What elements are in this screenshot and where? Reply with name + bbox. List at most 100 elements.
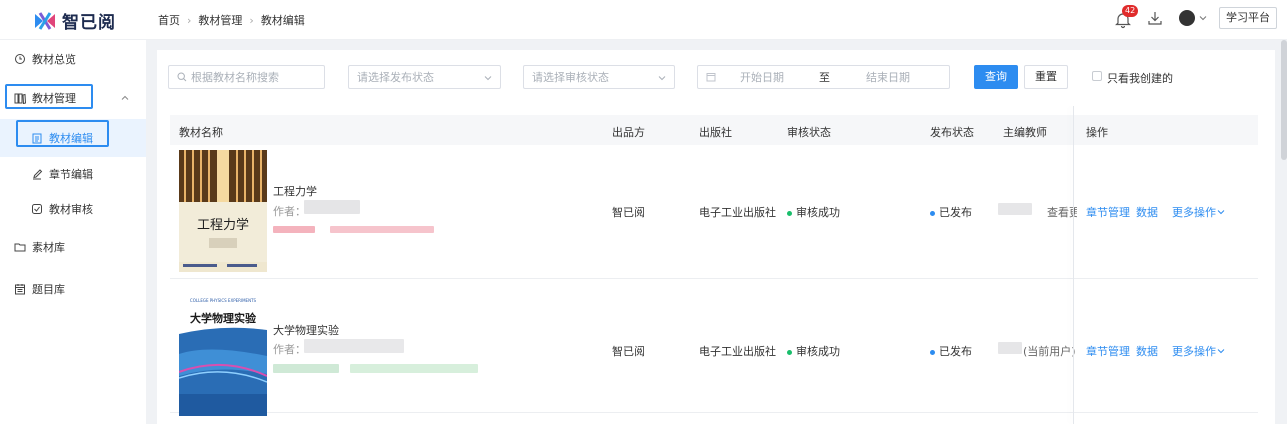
publish-status: 已发布 [930, 204, 972, 220]
chevron-down-icon [658, 76, 666, 81]
published-dot [930, 210, 935, 216]
breadcrumb-home[interactable]: 首页 [158, 12, 180, 28]
column-header-chief-editor: 主编教师 [1003, 126, 1047, 139]
highlight-box [16, 120, 109, 147]
only-mine-checkbox[interactable] [1092, 71, 1102, 81]
column-header-name: 教材名称 [179, 126, 223, 139]
sidebar-item-material-lib[interactable]: 素材库 [0, 230, 146, 264]
calendar-icon [15, 284, 25, 295]
start-date-placeholder[interactable]: 开始日期 [740, 69, 784, 85]
redacted-tag [350, 364, 478, 373]
publish-status-text: 已发布 [939, 345, 972, 358]
column-header-review-status: 审核状态 [787, 126, 831, 139]
book-title[interactable]: 工程力学 [273, 183, 317, 199]
publisher: 电子工业出版社 [699, 206, 776, 219]
chevron-down-icon [1217, 210, 1225, 215]
notification-badge: 42 [1122, 5, 1139, 17]
column-header-publish-status: 发布状态 [930, 126, 974, 139]
download-icon[interactable] [1147, 10, 1163, 26]
end-date-placeholder[interactable]: 结束日期 [866, 69, 910, 85]
query-button[interactable]: 查询 [974, 65, 1018, 89]
more-actions-label: 更多操作 [1172, 206, 1216, 219]
redacted-author [304, 200, 360, 214]
sidebar-item-label: 教材审核 [49, 203, 93, 216]
sidebar-item-label: 题目库 [32, 283, 65, 296]
review-status: 审核成功 [787, 204, 840, 220]
chapter-mgmt-link[interactable]: 章节管理 [1086, 343, 1130, 359]
logo[interactable]: 智已阅 [34, 8, 116, 33]
redacted-tag [273, 364, 339, 373]
only-mine-label: 只看我创建的 [1107, 72, 1173, 85]
fixed-column-divider [1073, 106, 1074, 424]
redacted-tag [330, 226, 434, 233]
book-title[interactable]: 大学物理实验 [273, 322, 339, 338]
book-cover-title: 大学物理实验 [190, 312, 256, 325]
filter-bar: 根据教材名称搜索 请选择发布状态 请选择审核状态 开始日期 至 结束日期 查询 … [157, 65, 1275, 89]
study-platform-button[interactable]: 学习平台 [1219, 7, 1277, 29]
more-actions-dropdown[interactable]: 更多操作 [1172, 204, 1225, 220]
sidebar: 教材总览 教材管理 教材编辑 章节编辑 教材审核 素材库 题目库 [0, 40, 146, 424]
review-status-select[interactable]: 请选择审核状态 [523, 65, 675, 89]
sidebar-item-label: 章节编辑 [49, 168, 93, 181]
breadcrumb-textbook-mgmt[interactable]: 教材管理 [198, 12, 242, 28]
chevron-up-icon[interactable] [121, 94, 129, 102]
book-cover[interactable]: COLLEGE PHYSICS EXPERIMENTS 大学物理实验 [179, 294, 267, 416]
calendar-icon [706, 73, 716, 82]
clock-icon [15, 54, 25, 64]
book-cover[interactable]: 工程力学 [179, 150, 267, 272]
table-row: COLLEGE PHYSICS EXPERIMENTS 大学物理实验 大学物理实… [170, 279, 1258, 416]
redacted-tag [273, 226, 315, 233]
publish-status-text: 已发布 [939, 206, 972, 219]
folder-icon [14, 243, 26, 252]
publish-status-select[interactable]: 请选择发布状态 [348, 65, 501, 89]
breadcrumb-separator: › [249, 13, 254, 27]
search-input[interactable]: 根据教材名称搜索 [168, 65, 325, 89]
data-link[interactable]: 数据 [1136, 204, 1158, 220]
chapter-mgmt-link[interactable]: 章节管理 [1086, 204, 1130, 220]
sidebar-item-label: 素材库 [32, 241, 65, 254]
avatar[interactable] [1179, 10, 1195, 26]
success-dot [787, 210, 792, 216]
column-header-operations: 操作 [1086, 126, 1108, 139]
producer: 智已阅 [612, 206, 645, 219]
column-header-publisher: 出版社 [699, 126, 732, 139]
current-user-label: (当前用户) [1023, 345, 1076, 358]
success-dot [787, 349, 792, 355]
book-cover-title: 工程力学 [196, 218, 249, 233]
reset-button[interactable]: 重置 [1024, 65, 1068, 89]
sidebar-item-chapter-edit[interactable]: 章节编辑 [0, 157, 146, 191]
sidebar-item-overview[interactable]: 教材总览 [0, 42, 146, 76]
edit-icon [33, 169, 43, 180]
top-right-toolbar: 42 学习平台 [1115, 5, 1277, 29]
review-status: 审核成功 [787, 343, 840, 359]
breadcrumb: 首页 › 教材管理 › 教材编辑 [158, 12, 305, 28]
sidebar-item-question-bank[interactable]: 题目库 [0, 272, 146, 306]
data-link[interactable]: 数据 [1136, 343, 1158, 359]
redacted-teacher [998, 342, 1022, 354]
redacted-teacher [998, 203, 1032, 215]
publish-status: 已发布 [930, 343, 972, 359]
author-label: 作者： [273, 343, 306, 356]
author-label: 作者： [273, 205, 306, 218]
producer: 智已阅 [612, 345, 645, 358]
table-row: 工程力学 工程力学 作者： 智已阅 电子工业出版社 审核成功 已发布 查看更 章… [170, 145, 1258, 279]
review-status-placeholder: 请选择审核状态 [532, 71, 609, 84]
check-icon [32, 204, 42, 214]
chevron-down-icon [1217, 349, 1225, 354]
more-actions-label: 更多操作 [1172, 345, 1216, 358]
scrollbar[interactable] [1281, 40, 1287, 160]
table-header: 教材名称 出品方 出版社 审核状态 发布状态 主编教师 操作 [170, 115, 1258, 145]
breadcrumb-current: 教材编辑 [260, 14, 305, 27]
redacted-author [304, 339, 404, 353]
top-bar: 智已阅 首页 › 教材管理 › 教材编辑 42 学习平台 [0, 0, 1287, 40]
sidebar-item-textbook-review[interactable]: 教材审核 [0, 192, 146, 226]
highlight-box [5, 84, 93, 109]
logo-icon [35, 11, 55, 30]
search-placeholder: 根据教材名称搜索 [191, 71, 279, 84]
chevron-down-icon[interactable] [1199, 14, 1207, 22]
publish-status-placeholder: 请选择发布状态 [357, 71, 434, 84]
notification-button[interactable]: 42 [1115, 5, 1139, 29]
more-actions-dropdown[interactable]: 更多操作 [1172, 343, 1225, 359]
date-range-picker[interactable]: 开始日期 至 结束日期 [697, 65, 950, 89]
column-header-producer: 出品方 [612, 126, 645, 139]
